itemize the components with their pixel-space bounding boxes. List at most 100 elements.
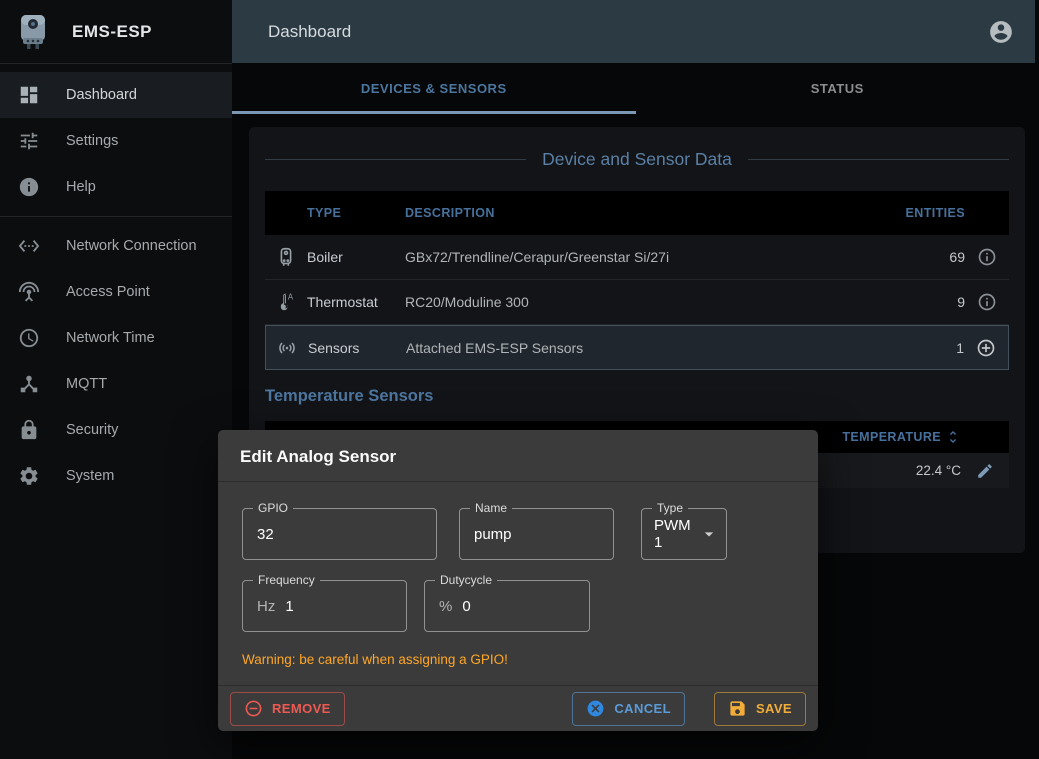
tab-active-indicator xyxy=(232,111,636,114)
ems-esp-logo-icon xyxy=(16,13,50,51)
remove-circle-icon xyxy=(244,699,263,718)
sidebar-item-network-connection[interactable]: Network Connection xyxy=(0,223,232,269)
unfold-more-icon xyxy=(945,429,961,445)
dashboard-icon xyxy=(18,84,40,106)
sidebar-item-settings[interactable]: Settings xyxy=(0,118,232,164)
device-type: Boiler xyxy=(307,249,405,265)
frequency-field-label: Frequency xyxy=(253,573,320,587)
sidebar-item-mqtt[interactable]: MQTT xyxy=(0,361,232,407)
type-select[interactable]: Type PWM 1 xyxy=(641,508,727,560)
dutycycle-field-wrapper: Dutycycle % xyxy=(424,580,590,632)
sidebar-item-label: Network Time xyxy=(66,330,155,346)
section-heading: Device and Sensor Data xyxy=(265,149,1009,170)
info-outline-icon xyxy=(977,247,997,267)
device-table: TYPE DESCRIPTION ENTITIES Boiler GBx72/T… xyxy=(265,191,1009,370)
page-title: Dashboard xyxy=(268,22,351,42)
add-sensor-button[interactable] xyxy=(972,334,1000,362)
frequency-unit-adornment: Hz xyxy=(257,598,275,615)
sidebar-item-label: Settings xyxy=(66,133,118,149)
tab-label: STATUS xyxy=(811,81,864,96)
chevron-down-icon xyxy=(699,524,719,544)
account-button[interactable] xyxy=(983,14,1019,50)
gpio-field-wrapper: GPIO xyxy=(242,508,437,560)
dutycycle-field-label: Dutycycle xyxy=(435,573,497,587)
frequency-input[interactable] xyxy=(285,598,392,615)
edit-pencil-icon xyxy=(976,462,994,480)
sidebar-item-security[interactable]: Security xyxy=(0,407,232,453)
device-type: Thermostat xyxy=(307,294,405,310)
gear-icon xyxy=(18,465,40,487)
name-field-label: Name xyxy=(470,501,512,515)
device-type: Sensors xyxy=(308,340,406,356)
sidebar-item-help[interactable]: Help xyxy=(0,164,232,210)
info-icon xyxy=(18,176,40,198)
cancel-icon xyxy=(586,699,605,718)
cancel-button[interactable]: CANCEL xyxy=(572,692,685,726)
sidebar-item-system[interactable]: System xyxy=(0,453,232,499)
column-header-type: TYPE xyxy=(307,206,405,220)
column-header-description: DESCRIPTION xyxy=(405,206,901,220)
table-row-boiler[interactable]: Boiler GBx72/Trendline/Cerapur/Greenstar… xyxy=(265,235,1009,280)
device-description: RC20/Moduline 300 xyxy=(405,294,901,310)
account-circle-icon xyxy=(988,19,1014,45)
device-description: Attached EMS-ESP Sensors xyxy=(406,340,900,356)
sensors-icon xyxy=(266,337,308,359)
tab-status[interactable]: STATUS xyxy=(636,63,1039,114)
divider xyxy=(265,159,526,160)
dialog-title: Edit Analog Sensor xyxy=(218,430,818,481)
table-row-thermostat[interactable]: A Thermostat RC20/Moduline 300 9 xyxy=(265,280,1009,325)
device-entities-count: 1 xyxy=(900,340,964,356)
add-circle-icon xyxy=(976,338,996,358)
frequency-field-wrapper: Frequency Hz xyxy=(242,580,407,632)
info-button[interactable] xyxy=(973,243,1001,271)
table-row-sensors[interactable]: Sensors Attached EMS-ESP Sensors 1 xyxy=(265,325,1009,370)
temperature-section-title: Temperature Sensors xyxy=(265,387,433,406)
tune-icon xyxy=(18,130,40,152)
save-button[interactable]: SAVE xyxy=(714,692,806,726)
column-header-label: TEMPERATURE xyxy=(842,430,941,444)
dutycycle-input[interactable] xyxy=(462,598,575,615)
section-title: Device and Sensor Data xyxy=(542,149,732,170)
cancel-button-label: CANCEL xyxy=(614,701,671,716)
column-header-temperature[interactable]: TEMPERATURE xyxy=(811,429,961,445)
name-input[interactable] xyxy=(474,526,599,543)
sidebar-item-label: Dashboard xyxy=(66,87,137,103)
hub-icon xyxy=(18,373,40,395)
temperature-value: 22.4 °C xyxy=(811,463,961,478)
gpio-input[interactable] xyxy=(257,526,422,543)
info-outline-icon xyxy=(977,292,997,312)
sidebar-item-label: Access Point xyxy=(66,284,150,300)
sidebar-item-label: Help xyxy=(66,179,96,195)
svg-text:A: A xyxy=(288,292,294,301)
remove-button[interactable]: REMOVE xyxy=(230,692,345,726)
type-selected-value: PWM 1 xyxy=(654,517,691,551)
column-header-entities: ENTITIES xyxy=(901,206,965,220)
tab-label: DEVICES & SENSORS xyxy=(361,81,507,96)
gpio-warning-text: Warning: be careful when assigning a GPI… xyxy=(242,652,794,667)
dialog-actions: REMOVE CANCEL SAVE xyxy=(218,685,818,731)
edit-sensor-button[interactable] xyxy=(972,458,998,484)
sidebar-item-access-point[interactable]: Access Point xyxy=(0,269,232,315)
name-field-wrapper: Name xyxy=(459,508,614,560)
thermostat-icon: A xyxy=(265,291,307,313)
tab-devices-sensors[interactable]: DEVICES & SENSORS xyxy=(232,63,636,114)
boiler-icon xyxy=(265,246,307,268)
save-icon xyxy=(728,699,747,718)
sidebar-item-label: Network Connection xyxy=(66,238,197,254)
sidebar-nav: Dashboard Settings Help Network Connecti… xyxy=(0,64,232,499)
edit-analog-sensor-dialog: Edit Analog Sensor GPIO Name Type PWM 1 … xyxy=(218,430,818,731)
lock-icon xyxy=(18,419,40,441)
device-entities-count: 9 xyxy=(901,294,965,310)
divider xyxy=(0,216,232,217)
sidebar-header: EMS-ESP xyxy=(0,0,232,63)
sidebar-item-label: MQTT xyxy=(66,376,107,392)
sidebar-item-label: System xyxy=(66,468,114,484)
info-button[interactable] xyxy=(973,288,1001,316)
sidebar-item-network-time[interactable]: Network Time xyxy=(0,315,232,361)
sidebar-item-dashboard[interactable]: Dashboard xyxy=(0,72,232,118)
device-description: GBx72/Trendline/Cerapur/Greenstar Si/27i xyxy=(405,249,901,265)
divider xyxy=(748,159,1009,160)
type-field-label: Type xyxy=(652,501,688,515)
ethernet-icon xyxy=(18,235,40,257)
appbar: Dashboard xyxy=(232,0,1035,63)
